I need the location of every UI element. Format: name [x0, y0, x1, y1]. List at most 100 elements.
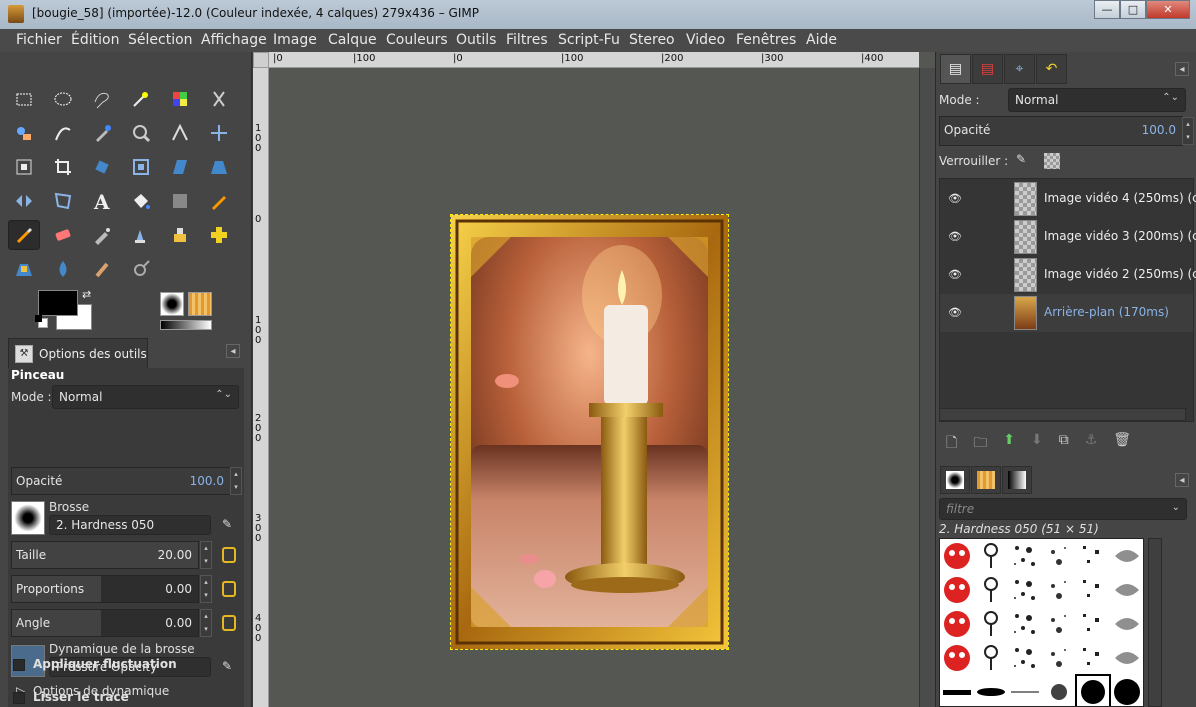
layer-row[interactable]: 👁 Image vidéo 4 (250ms) (co [940, 180, 1196, 218]
brush-preview-cell[interactable] [1077, 540, 1109, 572]
tool-button[interactable] [164, 220, 196, 250]
menu-outils[interactable]: Outils [456, 32, 496, 48]
foreground-color-swatch[interactable] [38, 290, 78, 316]
menu-couleurs[interactable]: Couleurs [386, 32, 448, 48]
ruler-corner[interactable] [253, 52, 269, 68]
brush-preview-cell[interactable] [941, 676, 973, 706]
tool-button[interactable] [8, 186, 40, 216]
tab-channels[interactable]: ▤ [972, 54, 1003, 84]
jitter-checkbox[interactable] [13, 659, 25, 671]
tool-button[interactable] [47, 220, 79, 250]
tool-button[interactable] [164, 118, 196, 148]
layers-horizontal-scrollbar[interactable] [939, 408, 1186, 421]
brush-preview-cell[interactable] [941, 608, 973, 640]
brush-preview-cell[interactable] [1043, 676, 1075, 706]
brush-preview-cell[interactable] [1043, 540, 1075, 572]
brush-preview-cell[interactable] [1111, 642, 1143, 674]
tool-button[interactable] [164, 84, 196, 114]
tool-button[interactable] [203, 220, 235, 250]
tool-button[interactable] [47, 186, 79, 216]
canvas-vertical-scrollbar[interactable] [919, 68, 935, 707]
lock-pixels-icon[interactable]: ✎ [1016, 152, 1026, 166]
brush-grid-scrollbar[interactable] [1148, 538, 1162, 707]
brush-preview-cell[interactable] [1009, 540, 1041, 572]
mode-select[interactable]: Normal ⌃⌄ [52, 385, 239, 409]
layers-mode-select[interactable]: Normal ⌃⌄ [1008, 88, 1186, 112]
layer-row[interactable]: 👁 Image vidéo 2 (250ms) (co [940, 256, 1196, 294]
menu-video[interactable]: Video [686, 32, 725, 48]
tool-button[interactable] [125, 118, 157, 148]
size-slider[interactable]: Taille 20.00 [11, 541, 199, 569]
delete-layer-icon[interactable]: 🗑 [1113, 432, 1131, 456]
brush-preview-cell[interactable] [975, 574, 1007, 606]
layers-opacity-stepper[interactable]: ▴ ▾ [1182, 117, 1194, 145]
lock-alpha-icon[interactable] [1044, 153, 1060, 169]
brush-preview-cell[interactable] [1077, 642, 1109, 674]
dock-menu-arrow-icon[interactable]: ◂ [1175, 62, 1189, 76]
panel-menu-arrow-icon[interactable]: ◂ [226, 344, 240, 358]
default-colors-icon[interactable] [35, 315, 48, 328]
vertical-ruler[interactable]: 1 0 0 0 1 0 0 2 0 0 3 0 0 4 0 0 [253, 68, 269, 707]
brush-preview-cell[interactable] [941, 540, 973, 572]
brush-preview-cell[interactable] [1009, 574, 1041, 606]
tool-button[interactable] [203, 84, 235, 114]
brush-preview-cell[interactable] [1043, 608, 1075, 640]
visibility-eye-icon[interactable]: 👁 [948, 268, 962, 281]
brush-dock-menu-arrow-icon[interactable]: ◂ [1175, 473, 1189, 487]
brush-preview-cell[interactable] [1111, 540, 1143, 572]
lower-layer-icon[interactable]: ⬇ [1031, 432, 1043, 456]
tool-button[interactable] [125, 220, 157, 250]
swap-colors-icon[interactable]: ⇄ [82, 288, 91, 301]
angle-stepper[interactable]: ▴ ▾ [200, 609, 212, 637]
brush-filter-input[interactable]: filtre ⌄ [939, 498, 1187, 520]
horizontal-ruler[interactable]: |0 |100 |0 |100 |200 |300 |400 [269, 52, 919, 68]
menu-filtres[interactable]: Filtres [506, 32, 548, 48]
brush-preview-icon[interactable] [11, 501, 45, 535]
tool-button[interactable] [8, 254, 40, 284]
raise-layer-icon[interactable]: ⬆ [1003, 432, 1015, 456]
brush-preview-cell[interactable] [941, 574, 973, 606]
duplicate-layer-icon[interactable]: ⧉ [1059, 432, 1069, 456]
menu-script-fu[interactable]: Script-Fu [558, 32, 620, 48]
brush-preview-cell[interactable] [1111, 574, 1143, 606]
brush-preview-cell[interactable] [1009, 676, 1041, 706]
tool-button[interactable] [86, 254, 118, 284]
tool-button[interactable] [47, 152, 79, 182]
reset-size-icon[interactable] [222, 547, 236, 563]
filter-dropdown-icon[interactable]: ⌄ [1172, 502, 1180, 513]
tool-button[interactable] [8, 118, 40, 148]
tool-button[interactable] [164, 186, 196, 216]
tool-button[interactable] [203, 152, 235, 182]
tool-button[interactable] [47, 118, 79, 148]
brush-name-field[interactable]: 2. Hardness 050 [49, 515, 211, 535]
maximize-button[interactable]: □ [1120, 0, 1146, 19]
tool-button[interactable] [125, 152, 157, 182]
brush-preview-cell[interactable] [975, 608, 1007, 640]
new-layer-icon[interactable]: 🗋 [946, 432, 957, 456]
brush-preview-cell[interactable] [1075, 674, 1111, 706]
tool-button[interactable]: A [86, 186, 118, 216]
tool-button[interactable] [86, 220, 118, 250]
tool-button[interactable] [8, 152, 40, 182]
tool-button[interactable] [86, 118, 118, 148]
active-gradient-icon[interactable] [160, 320, 212, 330]
opacity-slider[interactable]: Opacité 100.0 [11, 467, 231, 495]
menu-selection[interactable]: Sélection [128, 32, 193, 48]
brush-preview-cell[interactable] [1077, 574, 1109, 606]
tab-undo-history[interactable]: ↶ [1036, 54, 1067, 84]
brush-preview-cell[interactable] [1077, 608, 1109, 640]
tool-button[interactable] [125, 254, 157, 284]
edit-dynamics-icon[interactable]: ✎ [222, 659, 236, 673]
layers-opacity-slider[interactable]: Opacité 100.0 [939, 116, 1183, 146]
tool-button[interactable] [125, 84, 157, 114]
tool-button[interactable] [86, 84, 118, 114]
brush-preview-cell[interactable] [1043, 574, 1075, 606]
tool-button[interactable] [47, 84, 79, 114]
layer-row[interactable]: 👁 Image vidéo 3 (200ms) (co [940, 218, 1196, 256]
aspect-slider[interactable]: Proportions 0.00 [11, 575, 199, 603]
brush-preview-cell[interactable] [941, 642, 973, 674]
tool-button[interactable] [203, 186, 235, 216]
tab-gradients[interactable] [1002, 466, 1032, 494]
tab-paths[interactable]: ⌖ [1004, 54, 1035, 84]
visibility-eye-icon[interactable]: 👁 [948, 306, 962, 319]
